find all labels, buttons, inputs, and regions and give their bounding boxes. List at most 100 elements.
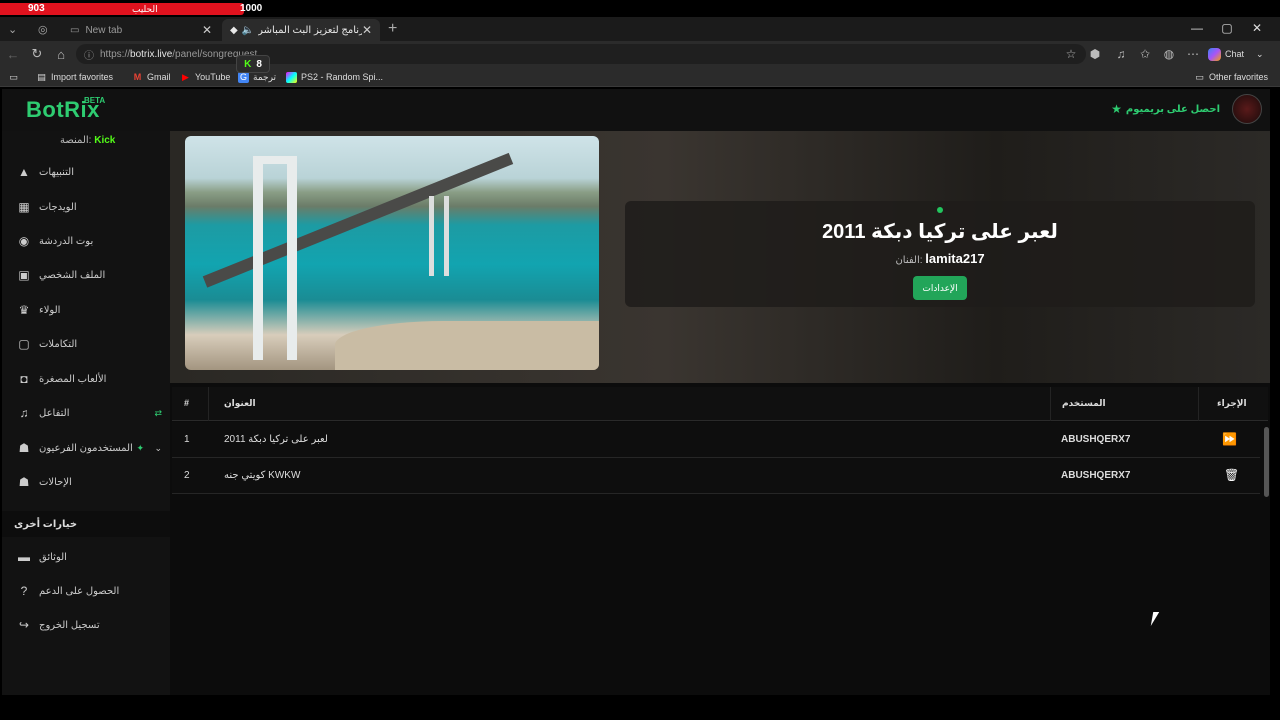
page-icon: ▭ (70, 24, 80, 36)
premium-label: احصل على بريميوم (1125, 103, 1220, 115)
sidebar-item-chatbot[interactable]: ◉ بوت الدردشة (2, 226, 170, 256)
browser-toolbar: ← ↻ ⌂ ⓘ https://botrix.live/panel/songre… (0, 41, 1280, 67)
table-row: 2 كويتي جنه KWKW ABUSHQERX7 🗑 (172, 458, 1260, 494)
tab-botrix[interactable]: ◆ 🔈 أفضل برنامج لتعزيز البث المباشر ✕ (222, 19, 380, 41)
sidebar-item-interaction[interactable]: ♫ التفاعل ⇄ (2, 398, 170, 428)
gmail-icon: M (133, 72, 142, 82)
now-playing-hero: لعبر على تركيا دبكة 2011 الفنان: lamita2… (170, 131, 1270, 383)
chevron-down-icon[interactable]: ⌄ (154, 443, 162, 454)
row-user: ABUSHQERX7 (1061, 470, 1131, 481)
sidebar-item-profile[interactable]: ▣ الملف الشخصي (2, 260, 170, 290)
artist-label: الفنان: (895, 255, 923, 266)
browser-tabstrip: ⌄ ◎ ▭ New tab ✕ ◆ 🔈 أفضل برنامج لتعزيز ا… (0, 17, 1280, 41)
kick-logo-icon: K (244, 58, 252, 70)
overlay-right-number: 1000 (240, 3, 263, 14)
sidebar-item-support[interactable]: ? الحصول على الدعم (2, 576, 170, 606)
avatar[interactable] (1232, 94, 1262, 124)
sidebar-item-logout[interactable]: ↪ تسجيل الخروج (2, 610, 170, 640)
kick-viewer-count: 8 (256, 58, 262, 70)
row-user: ABUSHQERX7 (1061, 434, 1131, 445)
scroll-icon: ▬ (18, 550, 30, 564)
home-icon[interactable]: ⌂ (52, 45, 70, 63)
new-icon: ✦ (136, 442, 144, 453)
speaker-icon[interactable]: 🔈 (242, 25, 254, 36)
extension-icon[interactable]: ⬢ (1086, 45, 1104, 63)
sidebar-item-widgets[interactable]: ▦ الويدجات (2, 192, 170, 222)
new-tab-plus-icon[interactable]: + (388, 19, 397, 39)
info-icon[interactable]: ⓘ (84, 47, 94, 62)
translate-icon: G (238, 71, 249, 83)
song-title: لعبر على تركيا دبكة 2011 (822, 221, 1058, 243)
folder-icon: ▭ (1195, 71, 1204, 82)
referrals-icon: ☗ (18, 475, 30, 489)
now-playing-card: لعبر على تركيا دبكة 2011 الفنان: lamita2… (625, 201, 1255, 307)
row-num: 1 (184, 434, 190, 445)
tab-title: أفضل برنامج لتعزيز البث المباشر (258, 24, 362, 36)
favorite-gmail[interactable]: M Gmail (132, 70, 171, 84)
sidebar-item-alerts[interactable]: ▲ التنبيهات (2, 157, 170, 187)
botrix-favicon-icon: ◆ (230, 24, 238, 36)
back-icon[interactable]: ← (4, 45, 22, 63)
tab-title: New tab (85, 24, 123, 36)
artist-line: الفنان: lamita217 (625, 251, 1255, 266)
reload-icon[interactable]: ↻ (28, 45, 46, 63)
favorite-youtube[interactable]: ▶ YouTube (180, 70, 230, 84)
favorite-other[interactable]: ▭ Other favorites (1194, 70, 1268, 84)
sidebar-item-subusers[interactable]: ☗ المستخدمون الفرعيون ✦ ⌄ (2, 433, 170, 463)
beta-badge: BETA (84, 96, 106, 105)
botrix-app: BotRix BETA ★ احصل على بريميوم المنصة: K… (2, 89, 1270, 695)
star-favorite-icon[interactable]: ☆ (1062, 45, 1080, 63)
sidebar-item-minigames[interactable]: ◘ الألعاب المصغرة (2, 364, 170, 394)
youtube-icon: ▶ (182, 71, 189, 82)
col-user[interactable]: المستخدم (1062, 398, 1106, 409)
favorites-icon[interactable]: ✩ (1136, 45, 1154, 63)
globe-icon: ◎ (38, 23, 48, 36)
tab-actions-icon[interactable]: ⌄ (8, 19, 17, 39)
tab-new-tab[interactable]: ▭ New tab ✕ (62, 19, 220, 41)
favorite-import[interactable]: ▤ Import favorites (36, 70, 113, 84)
trash-icon[interactable]: 🗑 (1224, 468, 1239, 482)
table-scrollbar[interactable] (1264, 427, 1269, 497)
arrows-icon: ⇄ (154, 407, 162, 418)
copilot-icon (1208, 47, 1221, 61)
address-input[interactable]: ⓘ https://botrix.live/panel/songrequest (76, 44, 1086, 64)
table-row: 1 لعبر على تركيا دبكة 2011 ABUSHQERX7 ⏩ (172, 422, 1260, 458)
media-icon[interactable]: ♫ (1112, 45, 1130, 63)
close-icon[interactable]: ✕ (362, 23, 372, 37)
star-icon: ★ (1111, 102, 1122, 116)
sidebar-item-loyalty[interactable]: ♛ الولاء (2, 295, 170, 325)
reading-icon[interactable]: ▭ (8, 70, 19, 84)
section-other-options: خيارات أخرى (2, 511, 170, 537)
close-icon[interactable]: ✕ (202, 23, 212, 37)
url-host: botrix.live (130, 48, 173, 60)
copilot-chat-button[interactable]: Chat ⌄ (1208, 45, 1264, 63)
folder-icon: ▤ (37, 71, 46, 82)
skip-icon[interactable]: ⏩ (1222, 432, 1237, 446)
app-header: BotRix BETA ★ احصل على بريميوم (2, 89, 1270, 131)
more-icon[interactable]: ⋯ (1184, 45, 1202, 63)
minimize-icon[interactable]: — (1182, 17, 1212, 39)
col-title[interactable]: العنوان (224, 398, 256, 409)
sidebar-item-referrals[interactable]: ☗ الإحالات (2, 467, 170, 497)
id-card-icon: ▣ (18, 268, 30, 282)
maximize-icon[interactable]: ▢ (1212, 17, 1242, 39)
sidebar-item-docs[interactable]: ▬ الوثائق (2, 542, 170, 572)
get-premium-link[interactable]: ★ احصل على بريميوم (1111, 102, 1220, 116)
kick-viewer-badge: K 8 (236, 55, 270, 73)
profile-icon[interactable]: ◍ (1160, 45, 1178, 63)
favorite-ps2[interactable]: PS2 - Random Spi... (286, 70, 383, 84)
platform-indicator: المنصة: Kick (60, 135, 116, 146)
widgets-icon: ▦ (18, 200, 30, 214)
overlay-left-number: 903 (28, 3, 45, 14)
music-icon: ♫ (19, 406, 29, 420)
gamepad-icon: ◘ (20, 372, 28, 386)
logout-icon: ↪ (18, 618, 30, 632)
chevron-down-icon: ⌄ (1256, 48, 1264, 59)
col-action: الإجراء (1217, 398, 1247, 408)
integrations-icon: ▢ (18, 337, 30, 351)
help-icon: ? (20, 584, 28, 598)
settings-button[interactable]: الإعدادات (913, 276, 967, 300)
warning-icon: ▲ (18, 165, 30, 179)
sidebar-item-integrations[interactable]: ▢ التكاملات (2, 329, 170, 359)
window-close-icon[interactable]: ✕ (1242, 17, 1272, 39)
